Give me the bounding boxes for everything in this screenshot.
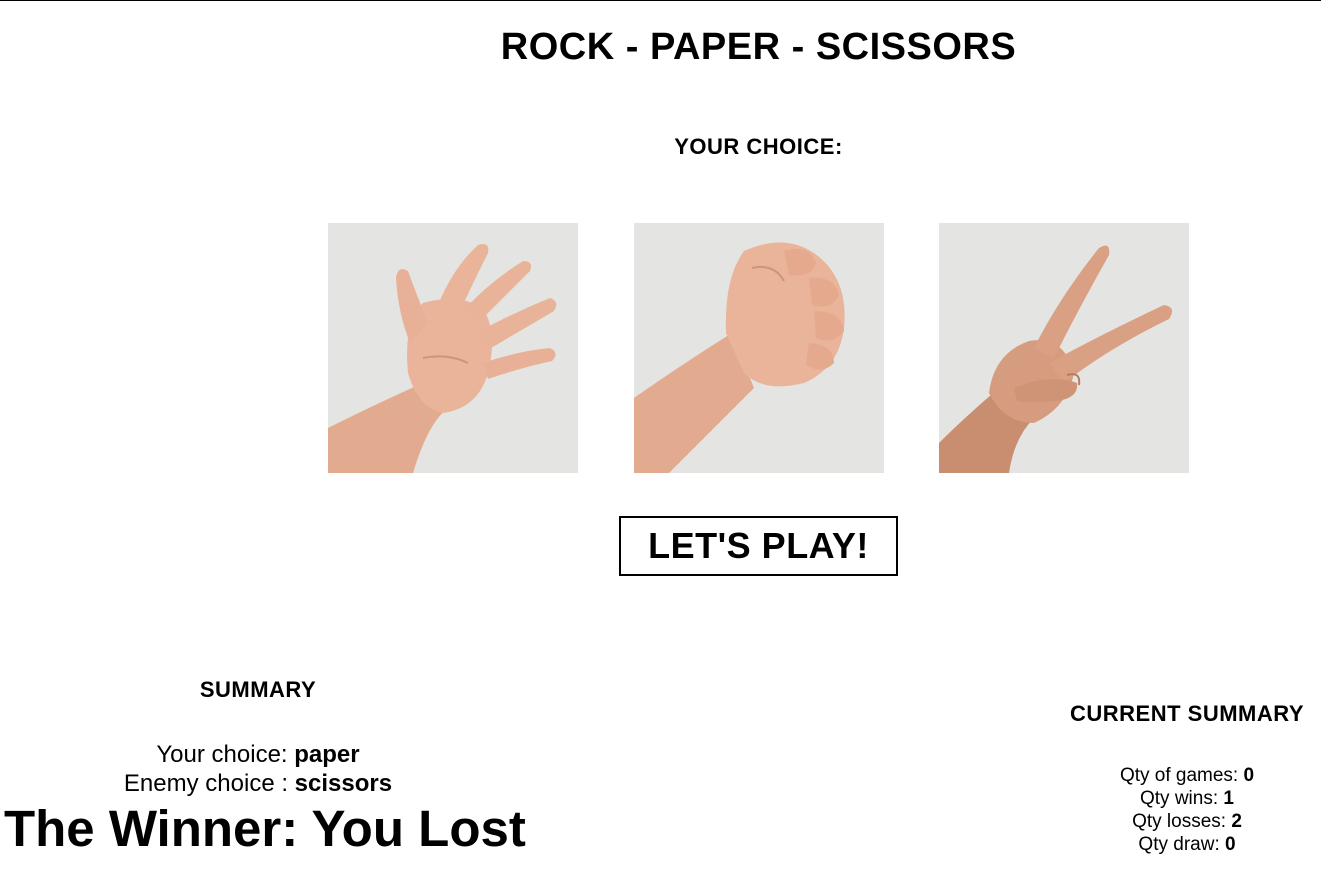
title-separator-2: -	[780, 26, 816, 68]
stat-draw-label: Qty draw:	[1138, 834, 1225, 855]
winner-result: The Winner: You Lost	[4, 799, 526, 858]
v-sign-scissors-icon	[939, 223, 1189, 473]
enemy-choice-result: Enemy choice : scissors	[60, 770, 456, 798]
your-choice-heading: YOUR CHOICE:	[674, 134, 843, 159]
open-hand-paper-icon	[328, 223, 578, 473]
title-separator-1: -	[614, 26, 650, 68]
choice-rock[interactable]	[634, 223, 884, 473]
stat-games-label: Qty of games:	[1119, 765, 1244, 786]
winner-label: The Winner:	[4, 800, 312, 857]
summary-heading: SUMMARY	[199, 677, 317, 702]
fist-rock-icon	[634, 223, 884, 473]
your-choice-result: Your choice: paper	[60, 741, 456, 769]
current-summary-heading: CURRENT SUMMARY	[1069, 701, 1304, 726]
choice-paper[interactable]	[328, 223, 578, 473]
stat-wins-label: Qty wins:	[1140, 788, 1224, 809]
top-divider	[0, 0, 1321, 1]
stat-losses-value: 2	[1231, 811, 1242, 832]
stat-games-value: 0	[1243, 765, 1255, 786]
stat-wins: Qty wins: 1	[1076, 788, 1298, 810]
your-choice-label: Your choice:	[156, 741, 295, 768]
stat-draw-value: 0	[1225, 834, 1236, 855]
lets-play-button[interactable]: LET'S PLAY!	[619, 516, 898, 576]
your-choice-value: paper	[294, 741, 360, 768]
title-scissors: SCISSORS	[815, 26, 1017, 68]
stat-draw: Qty draw: 0	[1076, 834, 1298, 856]
title-paper: PAPER	[649, 26, 781, 68]
stat-wins-value: 1	[1223, 788, 1234, 809]
choice-scissors[interactable]	[939, 223, 1189, 473]
enemy-choice-value: scissors	[294, 770, 393, 797]
title-rock: ROCK	[500, 26, 615, 68]
stat-losses: Qty losses: 2	[1076, 811, 1298, 833]
enemy-choice-label: Enemy choice :	[123, 770, 295, 797]
winner-value: You Lost	[311, 800, 526, 857]
stat-losses-label: Qty losses:	[1132, 811, 1232, 832]
stat-games: Qty of games: 0	[1076, 765, 1298, 787]
page-title: ROCK - PAPER - SCISSORS	[0, 26, 1321, 69]
